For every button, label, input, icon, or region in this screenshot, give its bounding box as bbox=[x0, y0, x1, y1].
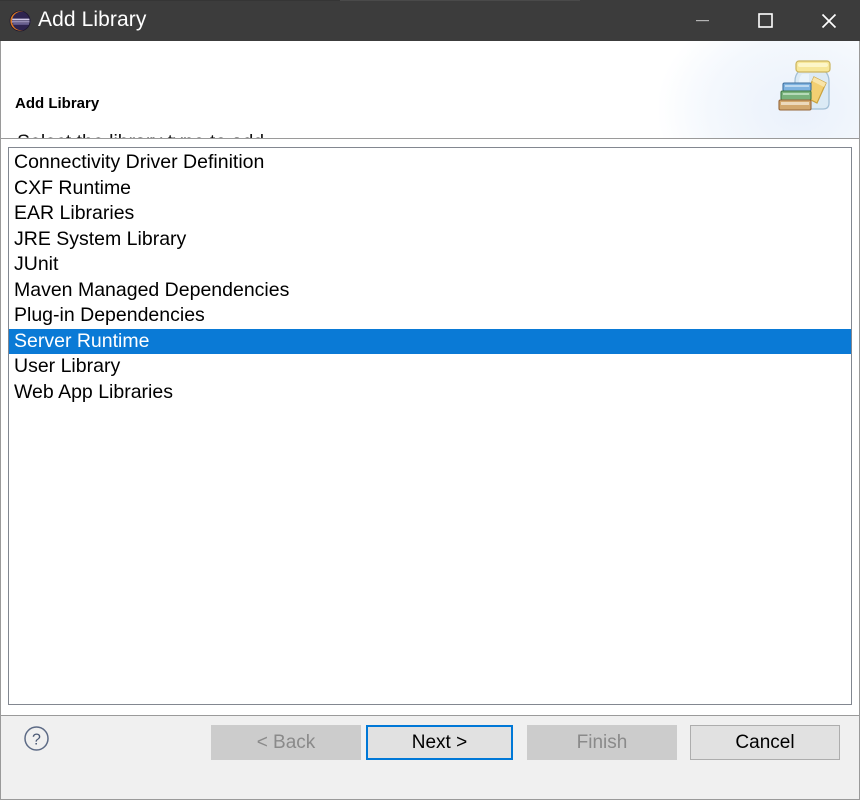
title-bar-hairline bbox=[340, 0, 580, 1]
library-jar-icon bbox=[769, 49, 845, 125]
maximize-icon[interactable] bbox=[734, 0, 797, 41]
library-type-list-rows: Connectivity Driver DefinitionCXF Runtim… bbox=[9, 148, 851, 405]
title-bar-hairline-left bbox=[0, 0, 340, 1]
wizard-banner: Add Library Select the library type to a… bbox=[0, 41, 860, 139]
add-library-dialog: Add Library Add Library Select the li bbox=[0, 0, 860, 800]
dialog-footer: ? < Back Next > Finish Cancel bbox=[0, 715, 860, 800]
back-button[interactable]: < Back bbox=[211, 725, 361, 760]
list-item[interactable]: JRE System Library bbox=[9, 227, 851, 253]
list-item[interactable]: JUnit bbox=[9, 252, 851, 278]
list-item[interactable]: Server Runtime bbox=[9, 329, 851, 355]
list-item[interactable]: Maven Managed Dependencies bbox=[9, 278, 851, 304]
close-icon[interactable] bbox=[797, 0, 860, 41]
list-item[interactable]: CXF Runtime bbox=[9, 176, 851, 202]
minimize-icon[interactable] bbox=[671, 0, 734, 41]
list-item[interactable]: User Library bbox=[9, 354, 851, 380]
window-title: Add Library bbox=[38, 9, 147, 32]
eclipse-logo-icon bbox=[9, 10, 31, 32]
library-type-list[interactable]: Connectivity Driver DefinitionCXF Runtim… bbox=[8, 147, 852, 705]
list-item[interactable]: Connectivity Driver Definition bbox=[9, 150, 851, 176]
finish-button[interactable]: Finish bbox=[527, 725, 677, 760]
next-button-label: Next > bbox=[412, 732, 467, 754]
dialog-body: Connectivity Driver DefinitionCXF Runtim… bbox=[0, 139, 860, 715]
svg-text:?: ? bbox=[32, 732, 41, 749]
next-button[interactable]: Next > bbox=[366, 725, 513, 760]
list-item[interactable]: Web App Libraries bbox=[9, 380, 851, 406]
list-item[interactable]: EAR Libraries bbox=[9, 201, 851, 227]
page-title: Add Library bbox=[15, 96, 99, 111]
title-bar[interactable]: Add Library bbox=[0, 0, 860, 41]
window-controls bbox=[671, 0, 860, 41]
cancel-button[interactable]: Cancel bbox=[690, 725, 840, 760]
cancel-button-label: Cancel bbox=[735, 732, 794, 754]
list-item[interactable]: Plug-in Dependencies bbox=[9, 303, 851, 329]
finish-button-label: Finish bbox=[577, 732, 628, 754]
back-button-label: < Back bbox=[257, 732, 316, 754]
help-question-icon[interactable]: ? bbox=[23, 725, 50, 752]
